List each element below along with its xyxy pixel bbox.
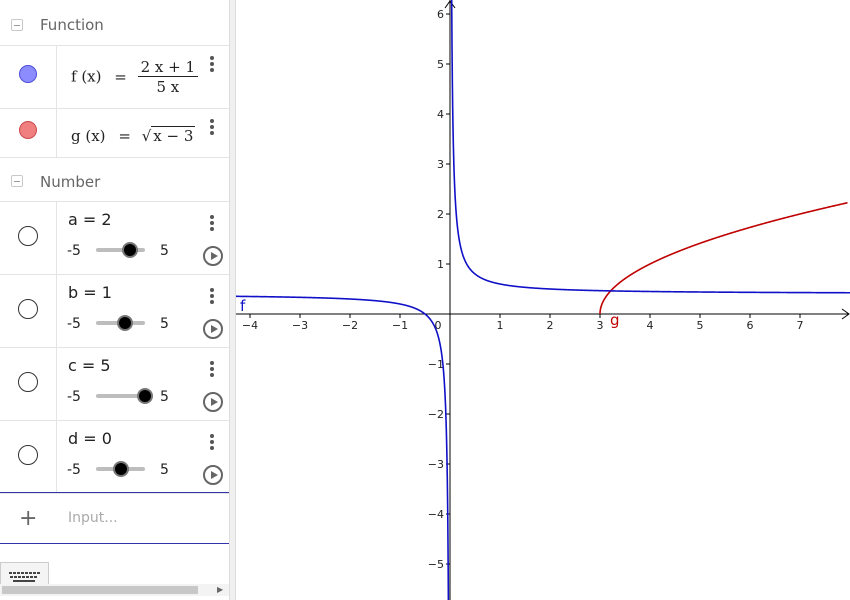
slider-knob[interactable] xyxy=(122,242,139,258)
slider-visibility-toggle[interactable] xyxy=(0,348,57,420)
f-definition[interactable]: f (x) = 2 x + 1 5 x xyxy=(71,58,199,97)
slider-more-menu-icon[interactable] xyxy=(210,215,216,233)
slider-min: -5 xyxy=(67,389,81,405)
add-plus-icon[interactable]: + xyxy=(19,506,37,531)
f-denominator: 5 x xyxy=(156,78,180,96)
horizontal-scrollbar[interactable]: ▶ xyxy=(0,584,229,596)
f-curve-label: f xyxy=(240,297,246,315)
f-name: f (x) xyxy=(71,67,102,86)
tick-labels: −4 −3 −2 −1 0 1 2 3 4 5 6 7654321−1−2−3−4−5 xyxy=(242,8,804,571)
slider-max: 5 xyxy=(160,243,169,259)
slider-row[interactable]: d = 0 -5 5 xyxy=(0,421,229,494)
slider-min: -5 xyxy=(67,243,81,259)
y-tick-label: 5 xyxy=(437,58,444,71)
slider-row[interactable]: c = 5 -5 5 xyxy=(0,348,229,421)
f-equals: = xyxy=(114,67,127,86)
sqrt-symbol: √ xyxy=(141,127,152,145)
slider-label[interactable]: a = 2 xyxy=(68,210,112,229)
slider-knob[interactable] xyxy=(117,315,134,331)
slider-visibility-toggle[interactable] xyxy=(0,421,57,493)
graphics-view[interactable]: −4 −3 −2 −1 0 1 2 3 4 5 6 7654321−1−2−3−4−5 f g xyxy=(236,0,850,600)
g-curve-label: g xyxy=(610,311,620,329)
g-curve[interactable] xyxy=(599,201,848,314)
slider-row[interactable]: b = 1 -5 5 xyxy=(0,275,229,348)
slider-min: -5 xyxy=(67,316,81,332)
slider-label[interactable]: c = 5 xyxy=(68,356,111,375)
slider-dot[interactable] xyxy=(18,226,38,246)
slider-min: -5 xyxy=(67,462,81,478)
visibility-toggle-f[interactable] xyxy=(0,46,57,108)
y-tick-label: −4 xyxy=(428,508,444,521)
y-tick-label: −3 xyxy=(428,458,444,471)
y-tick-label: 1 xyxy=(437,258,444,271)
y-tick-label: −2 xyxy=(428,408,444,421)
slider-more-menu-icon[interactable] xyxy=(210,434,216,452)
g-more-menu-icon[interactable] xyxy=(210,119,216,137)
function-section-title: Function xyxy=(40,16,104,34)
x-tick-label: 5 xyxy=(697,319,704,332)
slider-visibility-toggle[interactable] xyxy=(0,275,57,347)
slider-knob[interactable] xyxy=(112,461,129,477)
x-tick-label: 6 xyxy=(747,319,754,332)
g-definition[interactable]: g (x) = √ x − 3 xyxy=(71,126,196,145)
f-color-dot[interactable] xyxy=(19,65,37,83)
play-icon[interactable] xyxy=(203,246,223,266)
function-g-row[interactable]: g (x) = √ x − 3 xyxy=(0,109,229,158)
slider-max: 5 xyxy=(160,462,169,478)
g-equals: = xyxy=(118,127,131,145)
slider-more-menu-icon[interactable] xyxy=(210,288,216,306)
g-color-dot[interactable] xyxy=(19,121,37,139)
play-icon[interactable] xyxy=(203,465,223,485)
algebra-view: Function f (x) = 2 x + 1 5 x g (x) = √ x … xyxy=(0,0,229,600)
slider-dot[interactable] xyxy=(18,299,38,319)
y-tick-label: 4 xyxy=(437,108,444,121)
input-bar[interactable]: + Input... xyxy=(0,492,229,544)
x-tick-label: 7 xyxy=(797,319,804,332)
slider-max: 5 xyxy=(160,316,169,332)
x-tick-label: 2 xyxy=(547,319,554,332)
x-tick-label: −3 xyxy=(292,319,308,332)
y-tick-label: 6 xyxy=(437,8,444,21)
collapse-function-toggle[interactable] xyxy=(11,19,23,31)
x-tick-label: −4 xyxy=(242,319,258,332)
slider-dot[interactable] xyxy=(18,372,38,392)
x-tick-label: −2 xyxy=(342,319,358,332)
f-curve-left-branch[interactable] xyxy=(236,295,450,600)
slider-label[interactable]: d = 0 xyxy=(68,429,112,448)
slider-row[interactable]: a = 2 -5 5 xyxy=(0,202,229,275)
play-icon[interactable] xyxy=(203,319,223,339)
number-section-header[interactable]: Number xyxy=(0,158,229,202)
collapse-number-toggle[interactable] xyxy=(11,175,23,187)
y-tick-label: −1 xyxy=(428,358,444,371)
y-tick-label: 3 xyxy=(437,158,444,171)
function-f-row[interactable]: f (x) = 2 x + 1 5 x xyxy=(0,46,229,109)
scroll-right-icon[interactable]: ▶ xyxy=(217,585,223,594)
slider-knob[interactable] xyxy=(137,388,153,404)
axes xyxy=(236,0,850,600)
scrollbar-thumb[interactable] xyxy=(2,586,198,594)
x-tick-label: 4 xyxy=(647,319,654,332)
input-field[interactable]: Input... xyxy=(68,510,118,526)
x-tick-label: 1 xyxy=(497,319,504,332)
f-numerator: 2 x + 1 xyxy=(137,58,199,77)
slider-label[interactable]: b = 1 xyxy=(68,283,112,302)
slider-max: 5 xyxy=(160,389,169,405)
number-section-title: Number xyxy=(40,173,101,191)
play-icon[interactable] xyxy=(203,392,223,412)
g-name: g (x) xyxy=(71,127,106,145)
y-tick-label: −5 xyxy=(428,558,444,571)
f-curve-right-branch[interactable] xyxy=(450,0,850,294)
x-tick-label: −1 xyxy=(392,319,408,332)
slider-more-menu-icon[interactable] xyxy=(210,361,216,379)
visibility-toggle-g[interactable] xyxy=(0,109,57,157)
x-tick-label: 3 xyxy=(597,319,604,332)
g-radicand: x − 3 xyxy=(151,126,196,145)
panel-divider[interactable] xyxy=(229,0,236,600)
slider-visibility-toggle[interactable] xyxy=(0,202,57,274)
f-more-menu-icon[interactable] xyxy=(210,56,216,74)
function-section-header[interactable]: Function xyxy=(0,0,229,46)
y-tick-label: 2 xyxy=(437,208,444,221)
f-fraction: 2 x + 1 5 x xyxy=(137,58,199,97)
slider-dot[interactable] xyxy=(18,445,38,465)
